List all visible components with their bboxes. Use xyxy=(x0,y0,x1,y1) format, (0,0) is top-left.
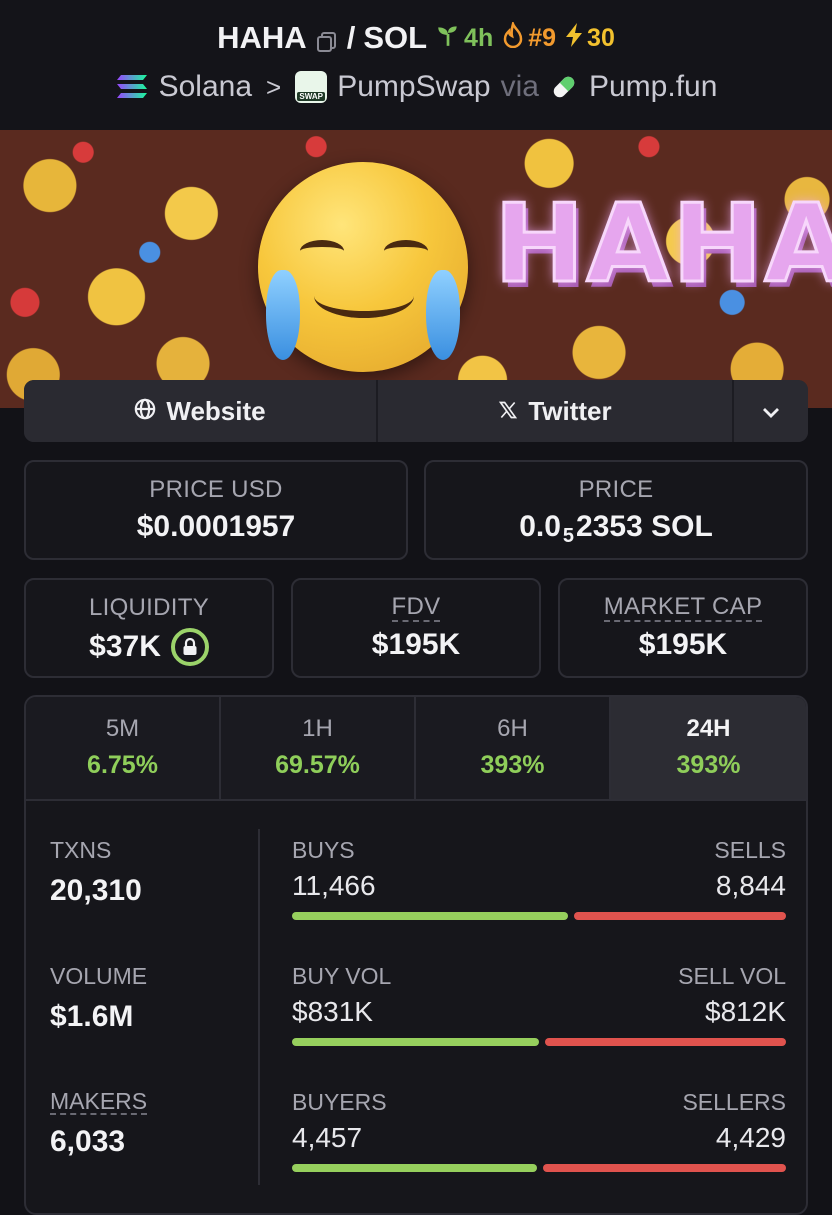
stats-divider xyxy=(258,829,260,1185)
change-5m: 6.75% xyxy=(87,751,158,779)
market-cap-card: MARKET CAP $195K xyxy=(558,578,808,678)
zero-count-subscript: 5 xyxy=(562,525,575,547)
lock-icon[interactable] xyxy=(170,628,209,666)
liquidity-label: LIQUIDITY xyxy=(88,594,210,621)
buyers-value: 4,457 xyxy=(292,1122,363,1153)
sell-vol-label: SELL VOL xyxy=(678,963,786,989)
price-native-card: PRICE 0.0 52353 SOL xyxy=(424,460,808,560)
token-symbol: HAHA xyxy=(217,20,307,55)
twitter-label: Twitter xyxy=(528,395,612,426)
price-native-value: 0.0 52353 SOL xyxy=(519,510,713,547)
tab-24h[interactable]: 24H 393% xyxy=(611,697,806,799)
boost-badge[interactable]: 30 xyxy=(564,22,615,55)
sell-vol-value: $812K xyxy=(705,996,786,1027)
chevron-down-icon xyxy=(761,396,781,427)
buy-vol-bar-fill xyxy=(292,1038,539,1046)
globe-icon xyxy=(134,396,156,427)
volume-stat: VOLUME $1.6M xyxy=(50,963,147,1034)
liquidity-value: $37K xyxy=(89,630,161,663)
trending-rank-badge[interactable]: #9 xyxy=(501,19,557,55)
stats-panel: 5M 6.75% 1H 69.57% 6H 393% 24H 393% TXNS… xyxy=(24,695,808,1215)
liquidity-value-row: $37K xyxy=(26,628,272,666)
makers-label[interactable]: MAKERS xyxy=(50,1089,148,1115)
sells-value: 8,844 xyxy=(715,870,786,901)
trending-rank: #9 xyxy=(528,23,557,52)
buy-sell-volume-bar xyxy=(292,1038,786,1046)
tab-6h[interactable]: 6H 393% xyxy=(416,697,611,799)
price-usd-value: $0.0001957 xyxy=(136,510,296,543)
banner-haha-text: HAHA xyxy=(493,181,832,309)
buys-sells-split: BUYS SELLS 11,466 8,844 xyxy=(292,837,786,920)
makers-value: 6,033 xyxy=(50,1125,126,1158)
chain-link[interactable]: Solana xyxy=(159,70,252,104)
laughing-tears-emoji xyxy=(258,162,468,372)
makers-stat: MAKERS 6,033 xyxy=(50,1089,148,1159)
buys-bar-fill xyxy=(292,912,568,920)
via-label: via xyxy=(500,70,539,103)
change-1h: 69.57% xyxy=(275,751,360,779)
fdv-label[interactable]: FDV xyxy=(391,594,441,622)
price-usd-card: PRICE USD $0.0001957 xyxy=(24,460,408,560)
boost-count: 30 xyxy=(587,23,615,52)
pair-age: 4h xyxy=(464,23,494,52)
website-button[interactable]: Website xyxy=(24,380,378,442)
pair-title-row: HAHA / SOL 4h #9 30 xyxy=(0,19,832,56)
sellers-label: SELLERS xyxy=(682,1089,786,1115)
token-banner-image: HAHA xyxy=(0,130,832,408)
twitter-button[interactable]: Twitter xyxy=(378,380,734,442)
price-native-label: PRICE xyxy=(578,476,654,503)
buy-sell-volume-split: BUY VOL SELL VOL $831K $812K xyxy=(292,963,786,1046)
launchpad-link[interactable]: Pump.fun xyxy=(589,70,717,104)
more-links-button[interactable] xyxy=(734,380,808,442)
change-6h: 393% xyxy=(480,751,545,779)
pumpswap-logo: SWAP xyxy=(295,71,328,103)
liquidity-card: LIQUIDITY $37K xyxy=(24,578,274,678)
buy-vol-value: $831K xyxy=(292,996,373,1027)
buys-label: BUYS xyxy=(292,837,355,863)
txns-label: TXNS xyxy=(50,837,112,863)
buys-value: 11,466 xyxy=(292,870,376,901)
tab-1h[interactable]: 1H 69.57% xyxy=(221,697,416,799)
pair-separator: / xyxy=(346,20,356,55)
social-links-bar: Website Twitter xyxy=(24,380,808,442)
buyers-sellers-split: BUYERS SELLERS 4,457 4,429 xyxy=(292,1089,786,1172)
seedling-icon xyxy=(435,22,461,55)
sells-label: SELLS xyxy=(714,837,786,863)
txns-value: 20,310 xyxy=(50,874,142,907)
sell-vol-bar-fill xyxy=(545,1038,786,1046)
market-cap-value: $195K xyxy=(638,628,728,661)
volume-label: VOLUME xyxy=(50,963,148,989)
pair-age-badge: 4h xyxy=(435,22,493,55)
price-usd-label: PRICE USD xyxy=(149,476,283,503)
website-label: Website xyxy=(166,395,266,426)
buyers-sellers-bar xyxy=(292,1164,786,1172)
flame-icon xyxy=(501,19,525,55)
sellers-value: 4,429 xyxy=(715,1122,786,1153)
fdv-value: $195K xyxy=(371,628,461,661)
pill-logo xyxy=(549,72,579,102)
lightning-icon xyxy=(564,22,584,55)
quote-symbol: SOL xyxy=(363,20,428,55)
volume-value: $1.6M xyxy=(50,1000,134,1033)
fdv-card: FDV $195K xyxy=(291,578,541,678)
x-logo-icon xyxy=(498,396,518,427)
timeframe-tabs: 5M 6.75% 1H 69.57% 6H 393% 24H 393% xyxy=(26,697,806,801)
dex-link[interactable]: PumpSwap xyxy=(337,70,490,104)
buy-vol-label: BUY VOL xyxy=(292,963,392,989)
buyers-bar-fill xyxy=(292,1164,537,1172)
tab-5m[interactable]: 5M 6.75% xyxy=(26,697,221,799)
copy-icon[interactable] xyxy=(315,26,339,52)
stats-body: TXNS 20,310 VOLUME $1.6M MAKERS 6,033 BU… xyxy=(26,801,806,1213)
change-24h: 393% xyxy=(676,751,741,779)
solana-logo xyxy=(115,73,149,101)
txns-stat: TXNS 20,310 xyxy=(50,837,142,908)
buyers-label: BUYERS xyxy=(292,1089,387,1115)
breadcrumb-chevron: > xyxy=(266,71,282,102)
market-cap-label[interactable]: MARKET CAP xyxy=(603,594,763,622)
sellers-bar-fill xyxy=(543,1164,786,1172)
buys-sells-bar xyxy=(292,912,786,920)
chain-breadcrumb: Solana > SWAP PumpSwap via Pump.fun xyxy=(0,70,832,104)
pair-header: HAHA / SOL 4h #9 30 Solana > SWAP PumpSw… xyxy=(0,0,832,130)
sells-bar-fill xyxy=(574,912,786,920)
